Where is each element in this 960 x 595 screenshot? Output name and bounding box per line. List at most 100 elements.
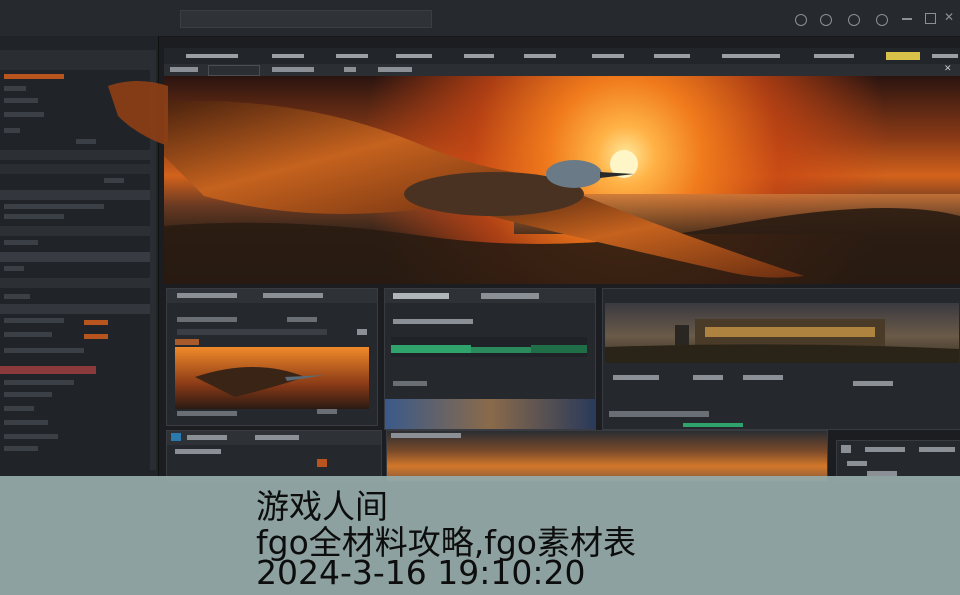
orange-label: [4, 74, 64, 79]
menu-item[interactable]: [722, 54, 780, 58]
section-row[interactable]: [0, 252, 150, 262]
value-readout: [357, 329, 367, 335]
list-item[interactable]: [4, 318, 64, 323]
field-label: [393, 381, 427, 386]
panel-title: [393, 293, 449, 299]
list-item[interactable]: [4, 240, 38, 245]
panel-title: [177, 293, 237, 298]
settings-icon[interactable]: [820, 14, 832, 26]
tab[interactable]: [170, 67, 198, 72]
list-item[interactable]: [4, 392, 52, 397]
strip-image[interactable]: [385, 399, 595, 429]
bird-wing-overflow: [108, 81, 168, 146]
section-row[interactable]: [0, 278, 150, 288]
list-item[interactable]: [4, 348, 84, 353]
maximize-icon[interactable]: [925, 13, 936, 24]
expand-icon[interactable]: ✕: [944, 64, 952, 74]
list-item[interactable]: [104, 178, 124, 183]
list-item[interactable]: [4, 112, 44, 117]
panel-title: [263, 293, 323, 298]
minimize-icon[interactable]: [902, 18, 912, 20]
field-label: [177, 317, 237, 322]
list-item[interactable]: [4, 420, 48, 425]
list-item[interactable]: [4, 446, 38, 451]
tab-bar: ✕: [164, 64, 960, 76]
menu-item[interactable]: [272, 54, 304, 58]
panel-title: [919, 447, 955, 452]
tab[interactable]: [344, 67, 356, 72]
list-item[interactable]: [4, 380, 74, 385]
thumbnail-image[interactable]: [175, 347, 369, 409]
menu-item[interactable]: [396, 54, 432, 58]
tab[interactable]: [272, 67, 314, 72]
timeline-preview[interactable]: [386, 430, 828, 482]
menu-item[interactable]: [186, 54, 238, 58]
user-icon[interactable]: [848, 14, 860, 26]
tab[interactable]: [208, 65, 260, 76]
active-menu-item[interactable]: [886, 52, 920, 60]
building-image[interactable]: [605, 303, 959, 363]
slider[interactable]: [177, 329, 327, 335]
preview-panel-3: [602, 288, 960, 430]
orange-tag: [175, 339, 199, 345]
list-item[interactable]: [76, 139, 96, 144]
orange-swatch[interactable]: [317, 459, 327, 467]
progress-track[interactable]: [609, 411, 709, 417]
help-icon[interactable]: [795, 14, 807, 26]
panel-icon[interactable]: [841, 445, 851, 453]
field-label: [613, 375, 659, 380]
tab[interactable]: [378, 67, 412, 72]
bird-sunset-artwork: [164, 101, 960, 284]
list-item[interactable]: [4, 406, 34, 411]
info-icon[interactable]: [876, 14, 888, 26]
field-label: [743, 375, 783, 380]
layer-icon[interactable]: [171, 433, 181, 441]
orange-label: [84, 334, 108, 339]
list-item[interactable]: [4, 86, 26, 91]
highlight-row[interactable]: [0, 366, 96, 374]
field-label: [317, 409, 337, 414]
panel-header: [0, 50, 150, 70]
field-label: [177, 411, 237, 416]
menu-item[interactable]: [932, 54, 958, 58]
menu-item[interactable]: [336, 54, 368, 58]
menu-item[interactable]: [524, 54, 556, 58]
main-preview-image: [164, 76, 960, 284]
section-row[interactable]: [0, 226, 150, 236]
panel-title: [865, 447, 905, 452]
list-item[interactable]: [4, 266, 24, 271]
waveform-graph[interactable]: [391, 337, 587, 357]
field-label: [287, 317, 317, 322]
layer-label: [175, 449, 221, 454]
panel-title: [481, 293, 539, 299]
list-item[interactable]: [4, 128, 20, 133]
close-icon[interactable]: ✕: [944, 10, 954, 24]
list-item[interactable]: [4, 294, 30, 299]
waveform: [391, 345, 587, 353]
bird-head: [546, 160, 602, 188]
progress-fill: [683, 423, 743, 427]
list-item[interactable]: [4, 332, 52, 337]
panel-title: [391, 433, 461, 438]
field-label: [393, 319, 473, 324]
menu-item[interactable]: [592, 54, 624, 58]
list-item[interactable]: [4, 214, 64, 219]
thumbnail-bird: [195, 367, 325, 397]
layers-panel: [166, 430, 382, 482]
menu-bar: [164, 48, 960, 65]
section-row[interactable]: [0, 190, 150, 200]
menu-item[interactable]: [464, 54, 494, 58]
panel-title: [255, 435, 299, 440]
list-item[interactable]: [4, 434, 58, 439]
menu-item[interactable]: [654, 54, 690, 58]
orange-label: [84, 320, 108, 325]
field-label: [693, 375, 723, 380]
menu-item[interactable]: [814, 54, 854, 58]
field-label: [847, 461, 867, 466]
building-scene: [605, 319, 959, 363]
section-row[interactable]: [0, 304, 150, 314]
analysis-panel: [384, 288, 596, 430]
list-item[interactable]: [4, 204, 104, 209]
list-item[interactable]: [4, 98, 38, 103]
panel-title: [187, 435, 227, 440]
